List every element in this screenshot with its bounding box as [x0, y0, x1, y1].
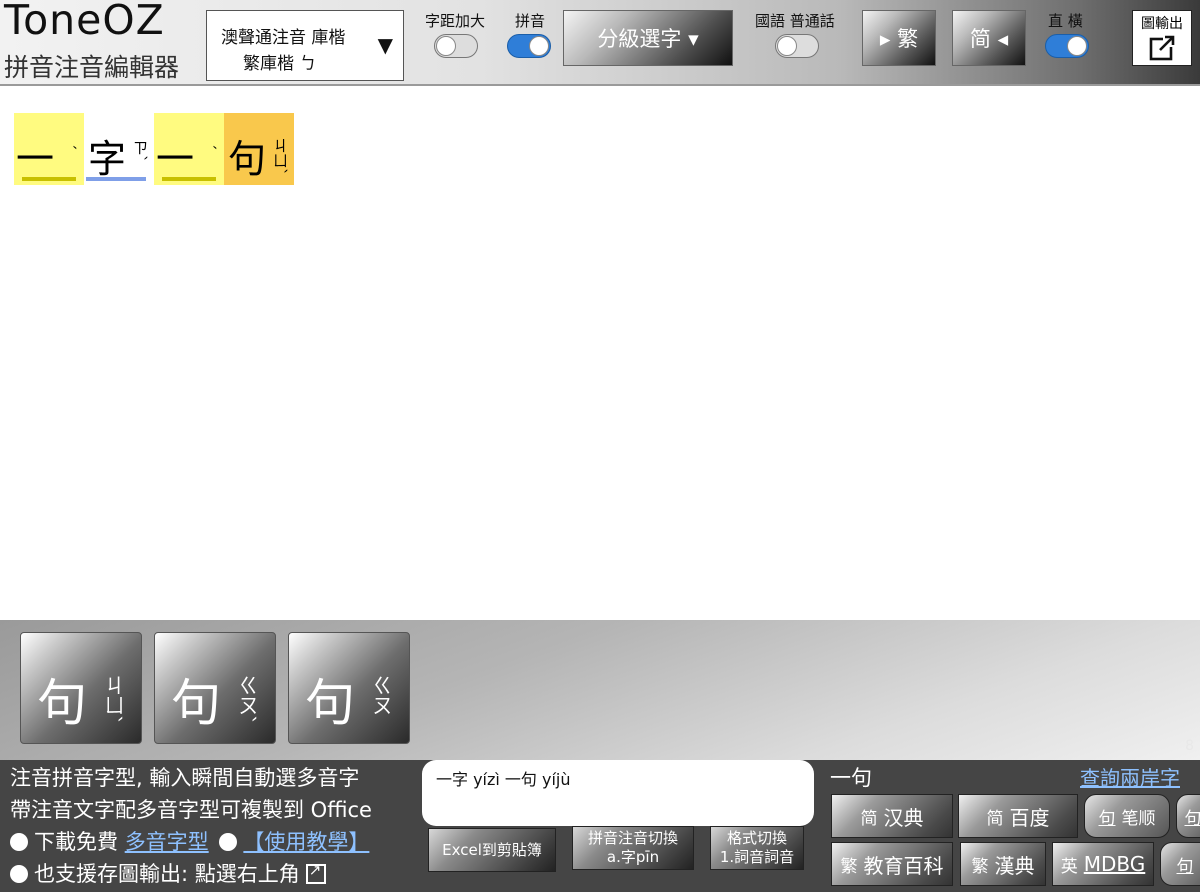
orientation-label: 直 橫 [1048, 12, 1083, 30]
radio-bullet-icon [10, 833, 28, 851]
toggle-knob [436, 36, 456, 56]
font-select-line2: 繁庫楷 ㄅ [243, 54, 317, 74]
polyphonic-font-link[interactable]: 多音字型 [125, 830, 209, 854]
bottom-panel: 注音拼音字型, 輸入瞬間自動選多音字 帶注音文字配多音字型可複製到 Office… [0, 760, 1200, 892]
dict-button-edu-encyclopedia[interactable]: 繁教育百科 [831, 842, 953, 886]
app-logo-title: ToneOZ [4, 0, 165, 44]
dict-prefix: 繁 [971, 856, 989, 877]
candidate-button[interactable]: 句 ㄍㄡˋ [154, 632, 276, 744]
dropdown-arrow-icon: ▼ [377, 33, 393, 57]
candidate-button[interactable]: 句 ㄐㄩˋ [20, 632, 142, 744]
info-line-2: 帶注音文字配多音字型可複製到 Office [10, 798, 372, 822]
dict-label: 漢典 [994, 853, 1035, 878]
editor-area[interactable]: 一 ˊ 字 ㄗˋ 一 ˊ 句 ㄐㄩˋ [4, 88, 1200, 620]
dict-prefix: 简 [986, 808, 1004, 829]
font-select-line1: 澳聲通注音 庫楷 [221, 28, 346, 48]
dict-label: MDBG [1083, 852, 1146, 876]
candidate-char: 句 [305, 674, 355, 732]
external-link-icon [1149, 35, 1175, 61]
toggle-knob [1067, 36, 1087, 56]
dict-label: 教育百科 [863, 853, 944, 878]
dict-button-handian-traditional[interactable]: 繁漢典 [960, 842, 1046, 886]
button-label: 格式切換 [726, 829, 787, 847]
dict-button-stroke-order[interactable]: 句笔顺 [1084, 794, 1170, 838]
editor-char-zhuyin: ㄐㄩˋ [271, 138, 289, 176]
dict-button-mdbg[interactable]: 英 MDBG [1052, 842, 1154, 886]
info-line-1: 注音拼音字型, 輸入瞬間自動選多音字 [10, 766, 360, 790]
editor-char-zhuyin: ˊ [200, 143, 218, 151]
dict-prefix: 句 [1176, 856, 1194, 877]
candidate-button[interactable]: 句 ㄍㄡ [288, 632, 410, 744]
dict-button-baidu[interactable]: 简百度 [958, 794, 1078, 838]
grade-select-button[interactable]: 分級選字 ▾ [563, 10, 733, 66]
radio-bullet-icon [219, 833, 238, 851]
pinyin-zhuyin-switch-button[interactable]: 拼音注音切換 a.字pīn [572, 826, 694, 870]
button-sublabel: a.字pīn [606, 848, 660, 866]
dict-button-extra[interactable]: 句 [1176, 794, 1200, 838]
font-select-dropdown[interactable]: 澳聲通注音 庫楷 繁庫楷 ㄅ ▼ [206, 10, 404, 81]
query-cross-strait-link[interactable]: 查詢兩岸字 [1080, 762, 1180, 791]
candidate-strip: 句 ㄐㄩˋ 句 ㄍㄡˋ 句 ㄍㄡ 8 [0, 620, 1200, 760]
excel-clipboard-button[interactable]: Excel到剪貼簿 [428, 828, 556, 872]
dict-label: 百度 [1009, 805, 1050, 830]
export-hint: 也支援存圖輸出: 點選右上角 [34, 862, 300, 886]
editor-char-zhuyin: ˊ [60, 143, 78, 151]
dict-button-extra-2[interactable]: 句 [1160, 842, 1200, 886]
candidate-zhuyin: ㄐㄩˋ [101, 675, 125, 725]
export-label: 圖輸出 [1141, 16, 1183, 32]
dict-label: 笔顺 [1121, 808, 1156, 829]
selected-word: 一句 [830, 766, 872, 790]
toggle-knob [777, 36, 797, 56]
app-logo-subtitle: 拼音注音編輯器 [4, 53, 180, 82]
dict-prefix: 句 [1184, 808, 1200, 829]
external-link-icon [305, 861, 326, 884]
page-number: 8 [1185, 738, 1194, 754]
dict-prefix: 英 [1060, 856, 1078, 877]
candidate-char: 句 [171, 674, 221, 732]
traditional-button[interactable]: ▸ 繁 [862, 10, 936, 66]
download-prefix: 下載免費 [34, 830, 118, 854]
radio-bullet-icon [10, 865, 28, 883]
candidate-zhuyin: ㄍㄡ [369, 675, 393, 715]
dict-label: 汉典 [883, 805, 924, 830]
dict-prefix: 句 [1098, 808, 1116, 829]
tutorial-link[interactable]: 【使用教學】 [243, 830, 369, 854]
dict-prefix: 繁 [840, 856, 858, 877]
mandarin-label: 國語 普通話 [755, 12, 835, 30]
pinyin-label: 拼音 [515, 12, 546, 30]
button-sublabel: 1.詞音詞音 [719, 848, 795, 866]
spacing-label: 字距加大 [425, 12, 486, 30]
dict-prefix: 简 [860, 808, 878, 829]
info-line-3: 下載免費 多音字型 【使用教學】 [10, 826, 369, 856]
toggle-knob [529, 36, 549, 56]
format-switch-button[interactable]: 格式切換 1.詞音詞音 [710, 826, 804, 870]
editor-char[interactable]: 一 [156, 128, 194, 183]
candidate-char: 句 [37, 674, 87, 732]
editor-char[interactable]: 字 [88, 128, 126, 183]
preview-output[interactable]: 一字 yízì 一句 yíjù [422, 760, 814, 826]
mandarin-toggle[interactable] [775, 34, 819, 58]
simplified-button[interactable]: 简 ◂ [952, 10, 1026, 66]
toolbar: ToneOZ 拼音注音編輯器 澳聲通注音 庫楷 繁庫楷 ㄅ ▼ 字距加大 拼音 … [0, 0, 1200, 86]
dict-button-handian-simplified[interactable]: 简汉典 [831, 794, 953, 838]
editor-char-zhuyin: ㄗˋ [131, 140, 149, 163]
button-label: 拼音注音切換 [587, 829, 678, 847]
editor-char[interactable]: 一 [16, 128, 54, 183]
info-line-4: 也支援存圖輸出: 點選右上角 [10, 858, 326, 888]
orientation-toggle[interactable] [1045, 34, 1089, 58]
editor-char[interactable]: 句 [228, 128, 266, 183]
image-export-button[interactable]: 圖輸出 [1132, 10, 1192, 66]
pinyin-toggle[interactable] [507, 34, 551, 58]
button-label: Excel到剪貼簿 [442, 840, 542, 859]
candidate-zhuyin: ㄍㄡˋ [235, 675, 259, 725]
spacing-toggle[interactable] [434, 34, 478, 58]
